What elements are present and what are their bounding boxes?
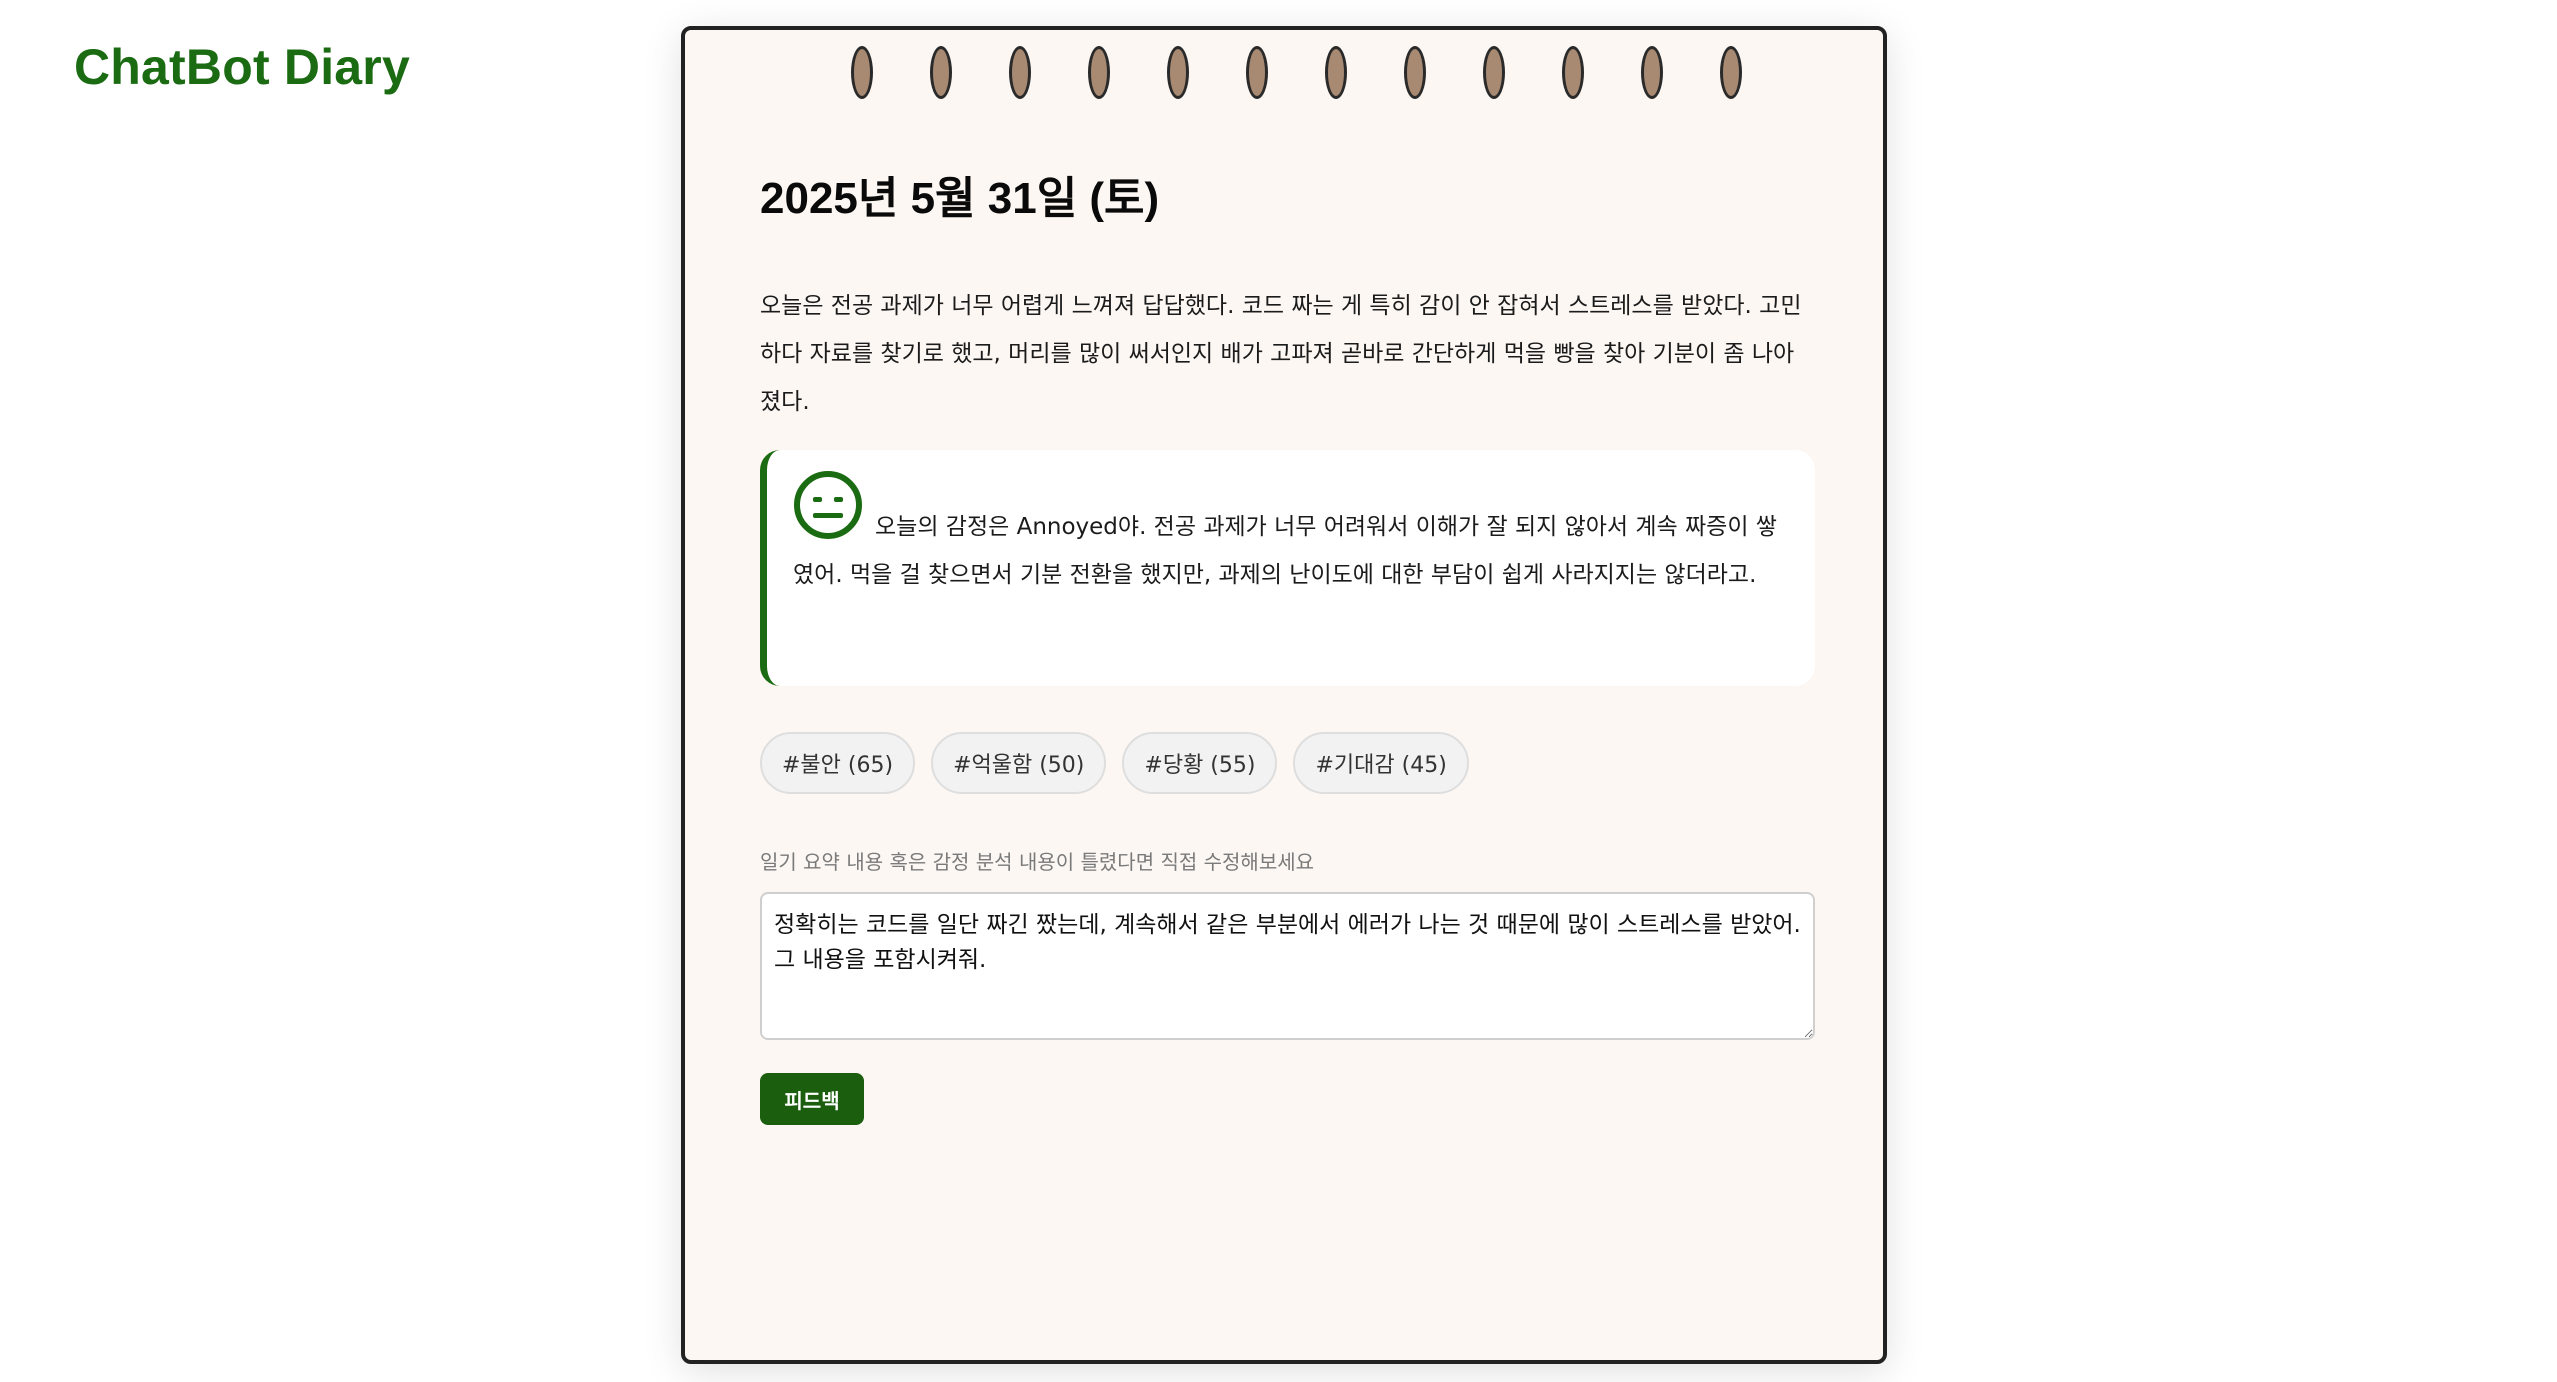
binding-ring [851,46,873,99]
diary-notebook: 2025년 5월 31일 (토) 오늘은 전공 과제가 너무 어렵게 느껴져 답… [681,26,1887,1364]
emotion-feedback-text: 오늘의 감정은 Annoyed야. 전공 과제가 너무 어려워서 이해가 잘 되… [793,514,1777,588]
binding-ring [1720,46,1742,99]
feedback-edit-textarea[interactable]: 정확히는 코드를 일단 짜긴 짰는데, 계속해서 같은 부분에서 에러가 나는 … [760,892,1815,1040]
feedback-submit-button[interactable]: 피드백 [760,1073,864,1125]
app-title: ChatBot Diary [74,39,410,95]
diary-entry-text: 오늘은 전공 과제가 너무 어렵게 느껴져 답답했다. 코드 짜는 게 특히 감… [760,293,1802,415]
emotion-tag[interactable]: #불안 (65) [760,732,916,794]
binding-ring [1009,46,1031,99]
emotion-tag[interactable]: #억울함 (50) [931,732,1107,794]
edit-instruction-label: 일기 요약 내용 혹은 감정 분석 내용이 틀렸다면 직접 수정해보세요 [760,850,1315,874]
binding-ring [1641,46,1663,99]
neutral-face-icon [794,471,862,539]
spiral-binding [685,46,1883,102]
binding-ring [1167,46,1189,99]
diary-date: 2025년 5월 31일 (토) [760,174,1160,223]
binding-ring [930,46,952,99]
binding-ring [1404,46,1426,99]
binding-ring [1325,46,1347,99]
emotion-feedback-card: 오늘의 감정은 Annoyed야. 전공 과제가 너무 어려워서 이해가 잘 되… [760,450,1815,686]
emotion-tags: #불안 (65) #억울함 (50) #당황 (55) #기대감 (45) [760,732,1469,794]
binding-ring [1246,46,1268,99]
emotion-tag[interactable]: #당황 (55) [1122,732,1278,794]
binding-ring [1483,46,1505,99]
binding-ring [1562,46,1584,99]
emotion-tag[interactable]: #기대감 (45) [1293,732,1469,794]
binding-ring [1088,46,1110,99]
